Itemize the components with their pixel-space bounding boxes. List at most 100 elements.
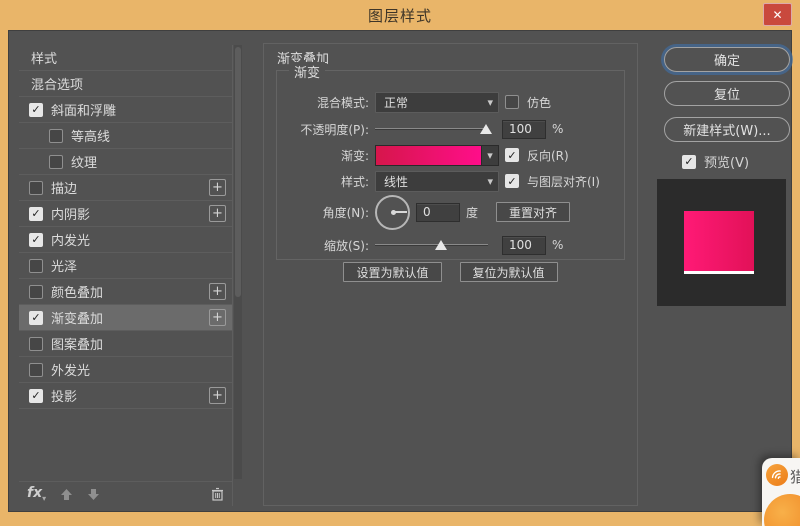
slider-thumb[interactable] [434,240,447,250]
sidebar-item-label: 外发光 [51,364,91,379]
style-label: 样式: [340,174,369,189]
style-checkbox[interactable]: ✓ [29,388,43,403]
opacity-input[interactable]: 100 [502,119,546,139]
gradient-picker[interactable]: ▾ [375,144,499,166]
opacity-slider[interactable] [375,121,492,137]
align-layer-checkbox[interactable]: ✓ [505,174,519,188]
gradient-overlay-panel: 渐变叠加 渐变 混合模式: 正常 ▾ ✓ 仿色 不透明度(P): [263,43,638,506]
scale-input[interactable]: 100 [502,235,546,255]
sidebar-item-5[interactable]: ✓ 描边 + [19,175,232,201]
sidebar-item-label: 样式 [31,52,58,67]
slider-thumb[interactable] [479,124,492,134]
style-checkbox[interactable]: ✓ [49,128,63,143]
blend-mode-select[interactable]: 正常 ▾ [375,91,499,113]
scale-slider[interactable] [375,237,488,253]
sidebar-item-13[interactable]: ✓ 投影 + [19,383,232,409]
overlay-app-card[interactable]: 猎 [762,458,800,526]
preview-checkbox[interactable]: ✓ [682,154,696,169]
plus-icon[interactable]: + [209,179,226,196]
blend-mode-label: 混合模式: [316,95,369,110]
check-icon: ✓ [31,207,41,220]
titlebar[interactable]: 图层样式 [0,0,800,30]
group-title: 渐变 [289,62,326,81]
ok-button[interactable]: 确定 [664,47,790,72]
reset-align-button[interactable]: 重置对齐 [496,202,571,222]
style-value: 线性 [384,174,409,189]
sidebar-item-label: 投影 [51,390,78,405]
sidebar-item-0[interactable]: 样式 [19,45,232,71]
style-checkbox[interactable]: ✓ [29,232,43,247]
reset-default-button[interactable]: 复位为默认值 [459,262,558,282]
sidebar-item-9[interactable]: ✓ 颜色叠加 + [19,279,232,305]
sidebar-item-label: 等高线 [71,130,111,145]
overlay-app-text: 猎 [790,468,800,486]
reset-button[interactable]: 复位 [664,81,790,106]
plus-icon[interactable]: + [209,205,226,222]
style-list-sidebar: 样式混合选项 ✓ 斜面和浮雕 ✓ 等高线 ✓ 纹理 ✓ 描边 + ✓ 内阴影 + ✓ 内发光 ✓ 光泽 ✓ 颜色叠加… [19,45,233,506]
angle-input[interactable]: 0 [416,202,460,222]
opacity-label: 不透明度(P): [300,122,369,137]
fx-caret-icon: ▾ [42,493,47,503]
sidebar-item-10[interactable]: ✓ 渐变叠加 + [19,305,232,331]
gradient-chevron-icon[interactable]: ▾ [481,145,498,165]
sidebar-item-6[interactable]: ✓ 内阴影 + [19,201,232,227]
move-up-button[interactable] [60,488,73,501]
check-icon: ✓ [684,155,694,168]
sidebar-item-label: 光泽 [51,260,78,275]
opacity-unit: % [552,122,564,136]
sidebar-item-7[interactable]: ✓ 内发光 [19,227,232,253]
sidebar-item-label: 颜色叠加 [51,286,104,301]
move-down-button[interactable] [87,488,100,501]
plus-icon[interactable]: + [209,283,226,300]
align-layer-label: 与图层对齐(I) [527,174,600,189]
arrow-down-icon [88,488,100,500]
sidebar-item-1[interactable]: 混合选项 [19,71,232,97]
angle-dial[interactable] [375,194,410,230]
sidebar-footer: fx▾ [19,481,232,506]
set-default-button[interactable]: 设置为默认值 [343,262,442,282]
reverse-label: 反向(R) [527,148,569,163]
scrollbar-thumb[interactable] [235,47,241,297]
style-checkbox[interactable]: ✓ [29,180,43,195]
style-checkbox[interactable]: ✓ [29,258,43,273]
dither-label: 仿色 [527,95,552,110]
sidebar-item-label: 内发光 [51,234,91,249]
scale-label: 缩放(S): [323,238,369,253]
style-select[interactable]: 线性 ▾ [375,170,499,192]
sidebar-item-3[interactable]: ✓ 等高线 [19,123,232,149]
check-icon: ✓ [507,148,517,162]
sidebar-item-11[interactable]: ✓ 图案叠加 [19,331,232,357]
sidebar-item-4[interactable]: ✓ 纹理 [19,149,232,175]
sidebar-scrollbar[interactable] [234,45,242,479]
sidebar-empty-space [19,409,232,481]
style-checkbox[interactable]: ✓ [29,102,43,117]
style-checkbox[interactable]: ✓ [29,310,43,325]
sidebar-item-label: 混合选项 [31,78,84,93]
sidebar-item-2[interactable]: ✓ 斜面和浮雕 [19,97,232,123]
style-checkbox[interactable]: ✓ [29,284,43,299]
style-checkbox[interactable]: ✓ [29,362,43,377]
new-style-button[interactable]: 新建样式(W)... [664,117,790,142]
style-checkbox[interactable]: ✓ [29,206,43,221]
reverse-checkbox[interactable]: ✓ [505,148,519,162]
slider-track [375,244,488,246]
gradient-label: 渐变: [340,148,369,163]
delete-effect-button[interactable] [211,487,224,501]
arrow-up-icon [61,488,73,500]
sidebar-item-12[interactable]: ✓ 外发光 [19,357,232,383]
window-title: 图层样式 [367,6,432,25]
fx-menu-button[interactable]: fx▾ [27,485,46,503]
chevron-down-icon: ▾ [487,174,493,188]
close-button[interactable]: ✕ [763,3,792,26]
gradient-swatch[interactable] [376,145,481,165]
sidebar-item-8[interactable]: ✓ 光泽 [19,253,232,279]
sidebar-list: 样式混合选项 ✓ 斜面和浮雕 ✓ 等高线 ✓ 纹理 ✓ 描边 + ✓ 内阴影 + ✓ 内发光 ✓ 光泽 ✓ 颜色叠加… [19,45,232,409]
style-checkbox[interactable]: ✓ [49,154,63,169]
sidebar-item-label: 图案叠加 [51,338,104,353]
sidebar-item-label: 渐变叠加 [51,312,104,327]
slider-track [375,128,488,130]
plus-icon[interactable]: + [209,387,226,404]
plus-icon[interactable]: + [209,309,226,326]
style-checkbox[interactable]: ✓ [29,336,43,351]
dither-checkbox[interactable]: ✓ [505,95,519,109]
